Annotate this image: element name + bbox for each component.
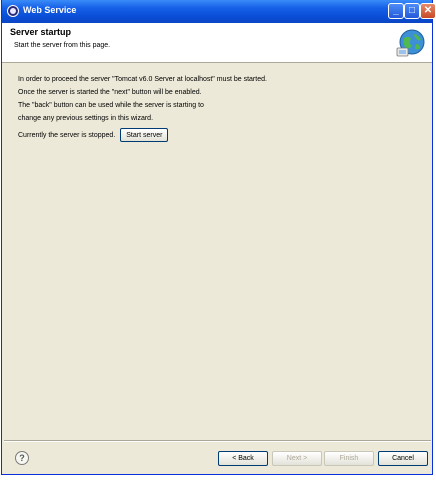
back-button[interactable]: < Back	[218, 451, 268, 466]
cancel-button[interactable]: Cancel	[378, 451, 428, 466]
wizard-banner: Server startup Start the server from thi…	[2, 23, 432, 63]
start-server-button[interactable]: Start server	[120, 128, 169, 142]
wizard-window: Web Service _ □ ✕ Server startup Start t…	[1, 0, 436, 475]
minimize-button[interactable]: _	[388, 3, 404, 19]
body-line: change any previous settings in this wiz…	[18, 115, 154, 122]
finish-button[interactable]: Finish	[324, 451, 374, 466]
globe-wizard-icon	[396, 29, 425, 57]
page-title: Server startup	[10, 27, 72, 37]
maximize-button[interactable]: □	[404, 3, 420, 19]
body-line: The "back" button can be used while the …	[18, 102, 204, 109]
server-status-row: Currently the server is stopped. Start s…	[18, 127, 169, 143]
window-title: Web Service	[23, 5, 77, 15]
body-line: In order to proceed the server "Tomcat v…	[18, 76, 267, 83]
body-text: In order to proceed the server "Tomcat v…	[18, 73, 418, 125]
help-button[interactable]: ?	[15, 451, 29, 465]
title-bar[interactable]: Web Service _ □ ✕	[2, 0, 436, 23]
body-line: Once the server is started the "next" bu…	[18, 89, 202, 96]
eclipse-app-icon	[7, 5, 19, 17]
server-status-text: Currently the server is stopped.	[18, 131, 116, 139]
next-button[interactable]: Next >	[272, 451, 322, 466]
page-description: Start the server from this page.	[14, 42, 111, 49]
close-button[interactable]: ✕	[420, 3, 436, 19]
footer-divider	[4, 440, 431, 442]
